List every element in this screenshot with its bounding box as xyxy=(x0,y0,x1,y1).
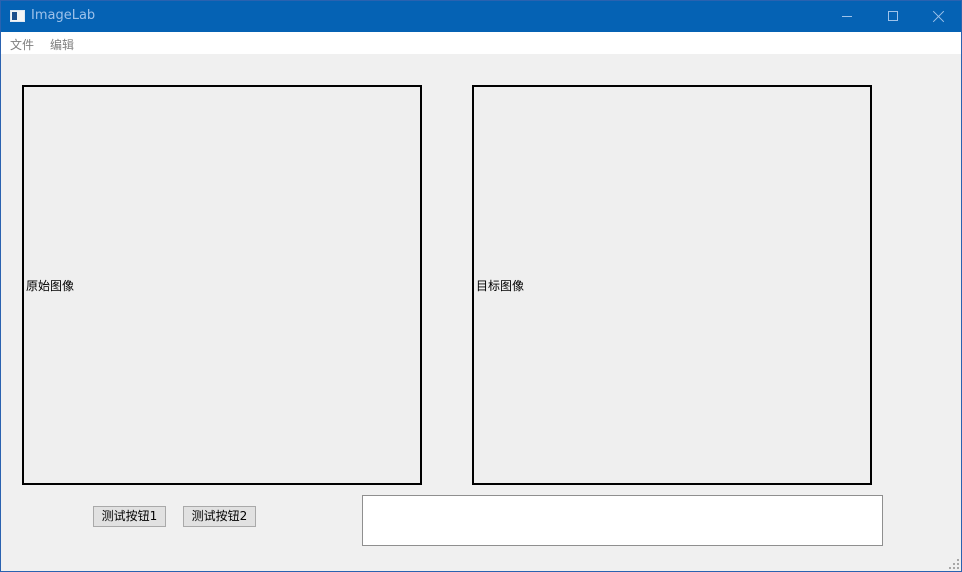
main-window: ImageLab 文件 编辑 原始图像 目标图像 测试按钮1 测试按钮2 xyxy=(0,0,962,572)
minimize-button[interactable] xyxy=(824,1,870,32)
test-button-1[interactable]: 测试按钮1 xyxy=(93,506,166,527)
target-image-label: 目标图像 xyxy=(476,279,525,293)
title-bar[interactable]: ImageLab xyxy=(1,1,961,32)
original-image-panel: 原始图像 xyxy=(22,85,422,485)
output-text-box[interactable] xyxy=(362,495,883,546)
close-button[interactable] xyxy=(916,1,962,32)
target-image-panel: 目标图像 xyxy=(472,85,872,485)
maximize-icon xyxy=(888,11,898,21)
maximize-button[interactable] xyxy=(870,1,916,32)
test-button-2[interactable]: 测试按钮2 xyxy=(183,506,256,527)
app-window-icon xyxy=(10,10,25,22)
menu-bar: 文件 编辑 xyxy=(1,32,961,54)
menu-file[interactable]: 文件 xyxy=(10,36,34,53)
original-image-label: 原始图像 xyxy=(26,279,75,293)
minimize-icon xyxy=(842,16,852,17)
window-title: ImageLab xyxy=(31,8,96,23)
close-icon xyxy=(933,10,945,22)
menu-edit[interactable]: 编辑 xyxy=(50,36,74,53)
resize-grip-icon[interactable] xyxy=(949,559,959,569)
